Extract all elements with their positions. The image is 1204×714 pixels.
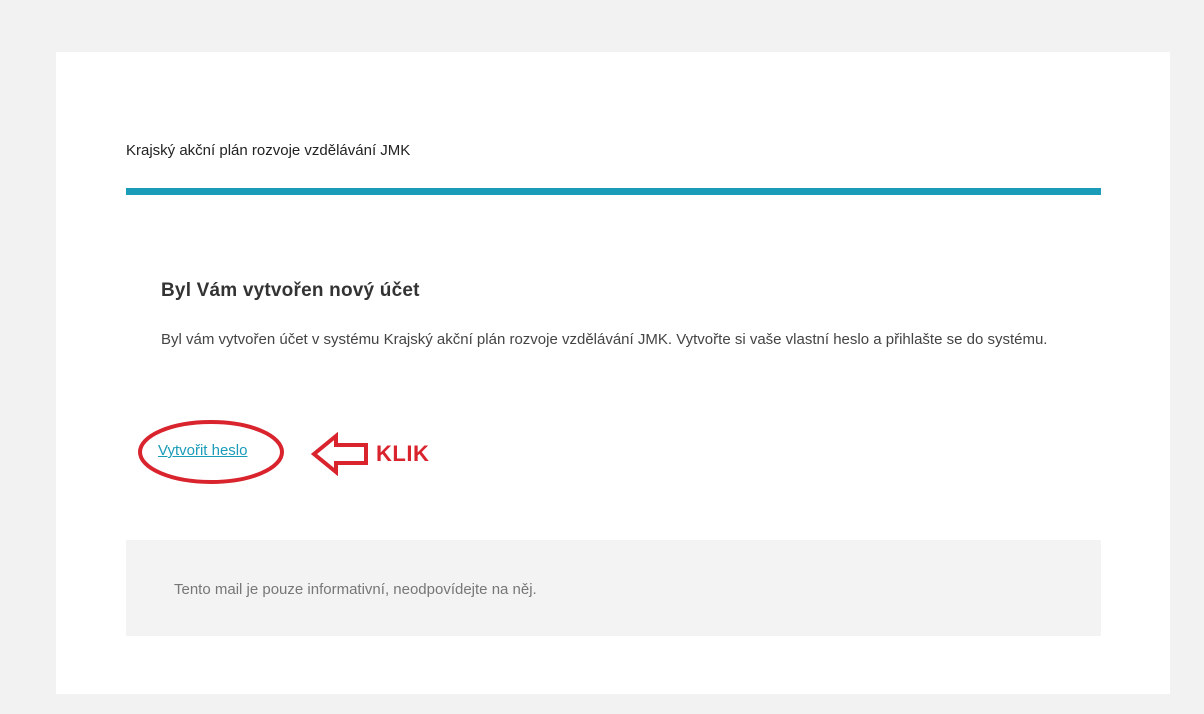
brand-name: Krajský akční plán rozvoje vzdělávání JM… [126, 142, 411, 159]
annotation-label: KLIK [376, 441, 430, 466]
email-heading: Byl Vám vytvořen nový účet [161, 280, 420, 301]
email-card: Krajský akční plán rozvoje vzdělávání JM… [56, 52, 1170, 694]
arrow-left-icon [310, 432, 368, 476]
create-password-link[interactable]: Vytvořit heslo [158, 442, 247, 459]
email-footer: Tento mail je pouze informativní, neodpo… [126, 540, 1101, 636]
footer-note: Tento mail je pouze informativní, neodpo… [174, 581, 537, 598]
accent-divider [126, 188, 1101, 195]
email-body: Byl vám vytvořen účet v systému Krajský … [161, 331, 1048, 348]
